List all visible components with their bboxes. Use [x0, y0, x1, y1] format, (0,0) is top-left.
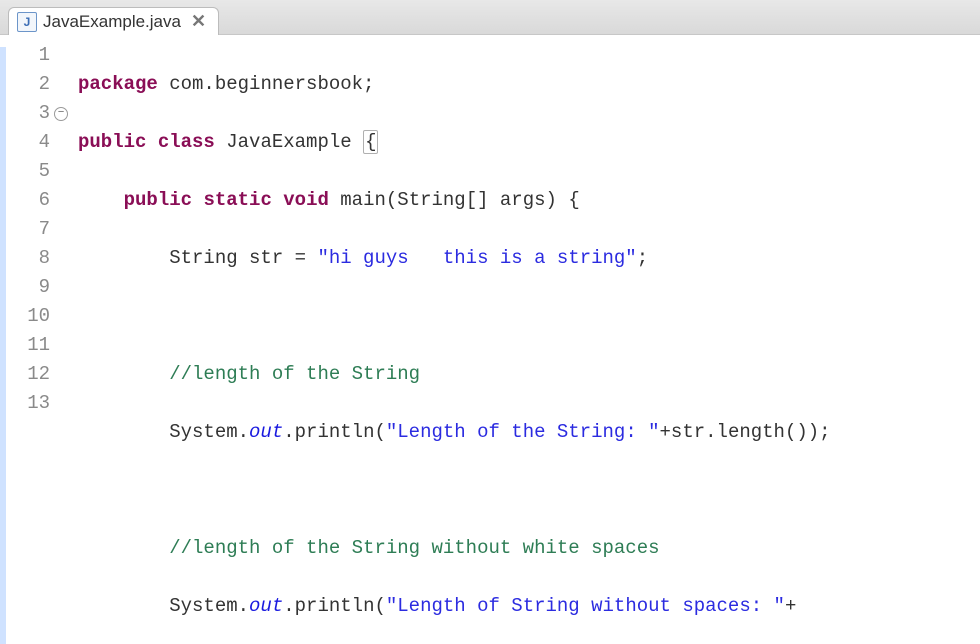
kw-package: package [78, 73, 158, 95]
stmt: .println( [283, 595, 386, 617]
package-name: com.beginnersbook; [158, 73, 375, 95]
line-number: 3− [0, 99, 70, 128]
ws [78, 189, 124, 211]
stmt: + [785, 595, 796, 617]
kw-public: public [124, 189, 192, 211]
sp [329, 189, 340, 211]
sp [192, 189, 203, 211]
editor-area: J JavaExample.java ✕ 1 2 3− 4 5 6 7 8 9 … [0, 0, 980, 644]
sp [146, 131, 157, 153]
file-tab[interactable]: J JavaExample.java ✕ [8, 7, 219, 35]
static-field: out [249, 595, 283, 617]
line-number: 1 [0, 41, 70, 70]
gutter: 1 2 3− 4 5 6 7 8 9 10 11 12 13 [0, 41, 70, 644]
line-number: 8 [0, 244, 70, 273]
stmt: String str = [78, 247, 317, 269]
string-literal: "Length of the String: " [386, 421, 660, 443]
comment: //length of the String without white spa… [78, 537, 660, 559]
code-editor[interactable]: 1 2 3− 4 5 6 7 8 9 10 11 12 13 package c… [0, 35, 980, 644]
method-sig: main(String[] args) [340, 189, 568, 211]
kw-void: void [283, 189, 329, 211]
static-field: out [249, 421, 283, 443]
matched-brace: { [363, 130, 378, 154]
line-number: 2 [0, 70, 70, 99]
tab-label: JavaExample.java [43, 12, 181, 32]
line-number: 10 [0, 302, 70, 331]
semi: ; [637, 247, 648, 269]
close-icon[interactable]: ✕ [191, 11, 206, 32]
stmt: System. [78, 421, 249, 443]
tab-bar: J JavaExample.java ✕ [0, 0, 980, 35]
java-file-icon: J [17, 12, 37, 32]
fold-toggle-icon[interactable]: − [54, 107, 68, 121]
stmt: .println( [283, 421, 386, 443]
line-number: 11 [0, 331, 70, 360]
comment: //length of the String [78, 363, 420, 385]
line-number: 13 [0, 389, 70, 418]
line-number: 12 [0, 360, 70, 389]
line-number: 7 [0, 215, 70, 244]
string-literal: "Length of String without spaces: " [386, 595, 785, 617]
sp [272, 189, 283, 211]
class-name: JavaExample [215, 131, 363, 153]
brace: { [568, 189, 579, 211]
stmt: System. [78, 595, 249, 617]
stmt: +str.length()); [660, 421, 831, 443]
kw-static: static [203, 189, 271, 211]
line-number: 6 [0, 186, 70, 215]
line-number: 5 [0, 157, 70, 186]
line-number: 4 [0, 128, 70, 157]
kw-class: class [158, 131, 215, 153]
string-literal: "hi guys this is a string" [317, 247, 636, 269]
kw-public: public [78, 131, 146, 153]
code-text[interactable]: package com.beginnersbook; public class … [70, 41, 831, 644]
line-number: 9 [0, 273, 70, 302]
